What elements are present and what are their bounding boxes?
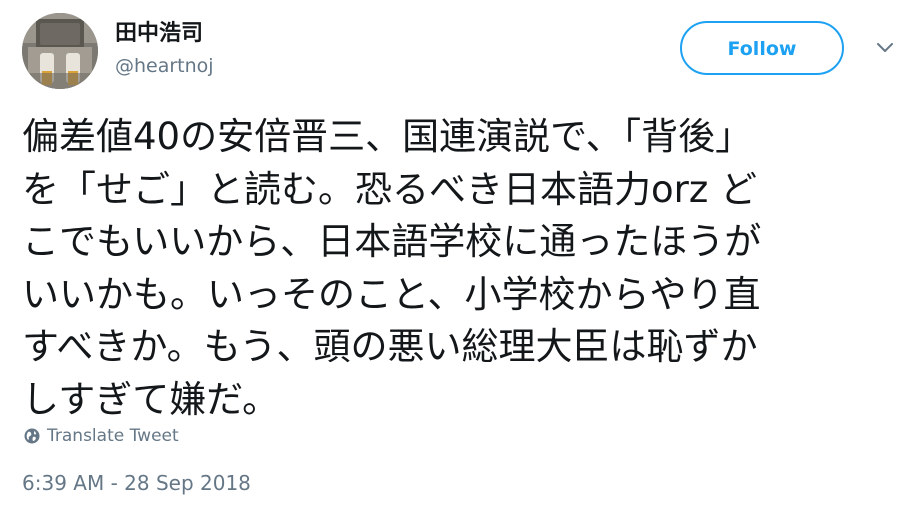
tweet-text-line: 偏差値40の安倍晋三、国連演説で、「背後」 xyxy=(22,115,753,158)
display-name[interactable]: 田中浩司 xyxy=(115,20,203,48)
tweet-text-line: しすぎて嫌だ。 xyxy=(22,377,280,421)
translate-tweet-label: Translate Tweet xyxy=(47,426,179,446)
tweet-text-line: こでもいいから、日本語学校に通ったほうが xyxy=(22,220,762,263)
chevron-down-icon[interactable] xyxy=(875,40,895,54)
translate-tweet-button[interactable]: Translate Tweet xyxy=(24,425,179,447)
avatar[interactable] xyxy=(22,13,98,89)
tweet-card: 田中浩司 @heartnoj Follow 偏差値40の安倍晋三、国連演説で、「… xyxy=(0,0,907,510)
tweet-text-line: いいかも。いっそのこと、小学校からやり直 xyxy=(22,272,761,316)
tweet-text: 偏差値40の安倍晋三、国連演説で、「背後」 を「せご」と読む。恐るべき日本語力or… xyxy=(22,111,892,426)
globe-icon xyxy=(24,428,40,444)
tweet-text-line: を「せご」と読む。恐るべき日本語力orz ど xyxy=(22,167,758,211)
user-handle[interactable]: @heartnoj xyxy=(115,54,214,78)
follow-button[interactable]: Follow xyxy=(680,21,844,75)
tweet-timestamp[interactable]: 6:39 AM - 28 Sep 2018 xyxy=(22,471,251,495)
profile-photo xyxy=(22,13,98,89)
tweet-text-line: すべきか。もう、頭の悪い総理大臣は恥ずか xyxy=(22,325,758,368)
